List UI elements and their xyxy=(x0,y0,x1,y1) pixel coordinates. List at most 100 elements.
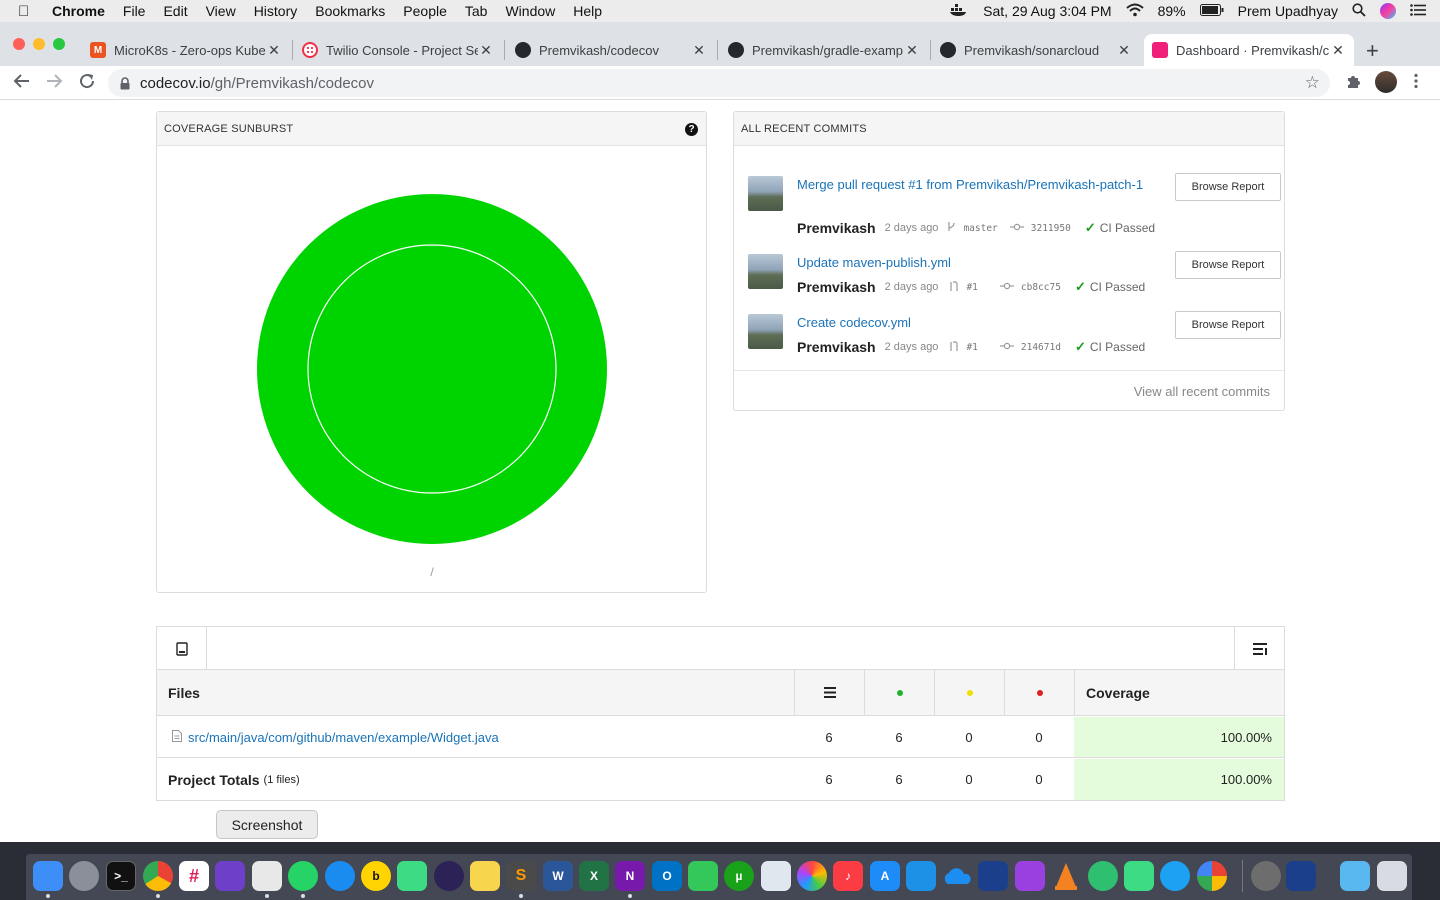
google-photos-icon[interactable] xyxy=(1197,861,1227,891)
menu-help[interactable]: Help xyxy=(573,3,602,19)
commit-sha[interactable]: cb8cc75 xyxy=(1021,282,1061,293)
commit-branch[interactable]: master xyxy=(963,223,997,234)
facetime-icon[interactable] xyxy=(688,861,718,891)
tab-twilio[interactable]: Twilio Console - Project Se ✕ xyxy=(294,34,502,66)
browse-report-button[interactable]: Browse Report xyxy=(1175,311,1281,339)
virtualbox-icon[interactable] xyxy=(978,861,1008,891)
menu-view[interactable]: View xyxy=(206,3,236,19)
commit-pr[interactable]: #1 xyxy=(966,282,977,293)
sublime-text-icon[interactable]: S xyxy=(506,861,536,891)
tab-close-icon[interactable]: ✕ xyxy=(266,42,282,59)
window-close-button[interactable] xyxy=(13,38,25,50)
hits-column-header[interactable] xyxy=(864,670,934,715)
commit-sha[interactable]: 214671d xyxy=(1021,342,1061,353)
browse-report-button[interactable]: Browse Report xyxy=(1175,173,1281,201)
eclipse-icon[interactable] xyxy=(434,861,464,891)
menu-edit[interactable]: Edit xyxy=(163,3,187,19)
slack-icon[interactable]: # xyxy=(179,861,209,891)
commit-avatar[interactable] xyxy=(748,254,783,289)
virtualbox-vm-icon[interactable] xyxy=(1286,861,1316,891)
tab-close-icon[interactable]: ✕ xyxy=(691,42,707,59)
browse-report-button[interactable]: Browse Report xyxy=(1175,251,1281,279)
commit-title-link[interactable]: Create codecov.yml xyxy=(797,314,1162,332)
menu-window[interactable]: Window xyxy=(505,3,555,19)
menu-bookmarks[interactable]: Bookmarks xyxy=(315,3,385,19)
onenote-icon[interactable]: N xyxy=(615,861,645,891)
menubar-user[interactable]: Prem Upadhyay xyxy=(1238,3,1338,19)
downloads-folder-icon[interactable] xyxy=(1340,861,1370,891)
word-icon[interactable]: W xyxy=(543,861,573,891)
android-studio-icon[interactable] xyxy=(397,861,427,891)
file-view-icon[interactable] xyxy=(157,627,207,670)
commit-title-link[interactable]: Merge pull request #1 from Premvikash/Pr… xyxy=(797,176,1162,194)
tab-microk8s[interactable]: M MicroK8s - Zero-ops Kube ✕ xyxy=(82,34,290,66)
vpn-icon[interactable] xyxy=(1088,861,1118,891)
view-all-commits-link[interactable]: View all recent commits xyxy=(1134,384,1270,399)
tab-close-icon[interactable]: ✕ xyxy=(1330,42,1346,59)
address-bar[interactable]: codecov.io/gh/Premvikash/codecov ☆ xyxy=(108,69,1330,97)
file-link[interactable]: src/main/java/com/github/maven/example/W… xyxy=(188,730,499,745)
commit-sha[interactable]: 3211950 xyxy=(1031,223,1071,234)
sunburst-inner-ring[interactable] xyxy=(307,244,557,494)
chrome-menu-icon[interactable] xyxy=(1413,73,1419,94)
commit-author[interactable]: Premvikash xyxy=(797,220,876,236)
vlc-icon[interactable] xyxy=(1051,861,1081,891)
profile-avatar[interactable] xyxy=(1375,71,1397,93)
safari-icon[interactable] xyxy=(325,861,355,891)
bookmark-star-icon[interactable]: ☆ xyxy=(1305,73,1320,93)
apple-menu-icon[interactable]:  xyxy=(18,3,36,20)
excel-icon[interactable]: X xyxy=(579,861,609,891)
forward-arrow-icon[interactable] xyxy=(45,72,63,95)
notification-center-icon[interactable] xyxy=(1410,3,1426,19)
commit-avatar[interactable] xyxy=(748,176,783,211)
screenshot-icon[interactable] xyxy=(252,861,282,891)
window-zoom-button[interactable] xyxy=(53,38,65,50)
menubar-datetime[interactable]: Sat, 29 Aug 3:04 PM xyxy=(983,3,1111,19)
siri-icon[interactable] xyxy=(1380,3,1396,19)
photos-icon[interactable] xyxy=(797,861,827,891)
menu-file[interactable]: File xyxy=(123,3,146,19)
tab-github-codecov[interactable]: Premvikash/codecov ✕ xyxy=(507,34,715,66)
system-preferences-icon[interactable] xyxy=(1251,861,1281,891)
docker-icon[interactable] xyxy=(906,861,936,891)
trash-icon[interactable] xyxy=(1377,861,1407,891)
window-minimize-button[interactable] xyxy=(33,38,45,50)
lock-icon[interactable] xyxy=(120,77,130,90)
app-store-icon[interactable]: A xyxy=(870,861,900,891)
tab-close-icon[interactable]: ✕ xyxy=(478,42,494,59)
coverage-column-header[interactable]: Coverage xyxy=(1074,670,1284,715)
menu-history[interactable]: History xyxy=(254,3,298,19)
tab-github-sonarcloud[interactable]: Premvikash/sonarcloud ✕ xyxy=(932,34,1140,66)
menu-tab[interactable]: Tab xyxy=(465,3,488,19)
menu-people[interactable]: People xyxy=(403,3,447,19)
menu-app-name[interactable]: Chrome xyxy=(52,3,105,19)
partials-column-header[interactable] xyxy=(934,670,1004,715)
whatsapp-icon[interactable] xyxy=(288,861,318,891)
terminal-icon[interactable]: >_ xyxy=(106,861,136,891)
outlook-icon[interactable]: O xyxy=(652,861,682,891)
list-view-icon[interactable] xyxy=(1234,627,1284,670)
github-desktop-icon[interactable] xyxy=(215,861,245,891)
new-tab-icon[interactable]: + xyxy=(1366,38,1379,64)
commit-author[interactable]: Premvikash xyxy=(797,279,876,295)
commit-author[interactable]: Premvikash xyxy=(797,339,876,355)
tab-close-icon[interactable]: ✕ xyxy=(904,42,920,59)
lines-column-header[interactable] xyxy=(794,670,864,715)
help-question-icon[interactable]: ? xyxy=(685,123,698,136)
commit-avatar[interactable] xyxy=(748,314,783,349)
finder-icon[interactable] xyxy=(33,861,63,891)
utorrent-icon[interactable]: µ xyxy=(724,861,754,891)
files-column-header[interactable]: Files xyxy=(157,670,794,715)
misses-column-header[interactable] xyxy=(1004,670,1074,715)
commit-title-link[interactable]: Update maven-publish.yml xyxy=(797,254,1162,272)
tab-close-icon[interactable]: ✕ xyxy=(1116,42,1132,59)
wifi-icon[interactable] xyxy=(1125,3,1144,20)
twitter-icon[interactable] xyxy=(1160,861,1190,891)
battery-icon[interactable] xyxy=(1199,3,1224,19)
chrome-icon[interactable] xyxy=(143,861,173,891)
tab-codecov-dashboard[interactable]: Dashboard · Premvikash/c ✕ xyxy=(1144,34,1354,66)
commit-pr[interactable]: #1 xyxy=(966,342,977,353)
reload-icon[interactable] xyxy=(78,72,96,95)
onedrive-icon[interactable] xyxy=(942,861,972,891)
podcasts-icon[interactable] xyxy=(1015,861,1045,891)
